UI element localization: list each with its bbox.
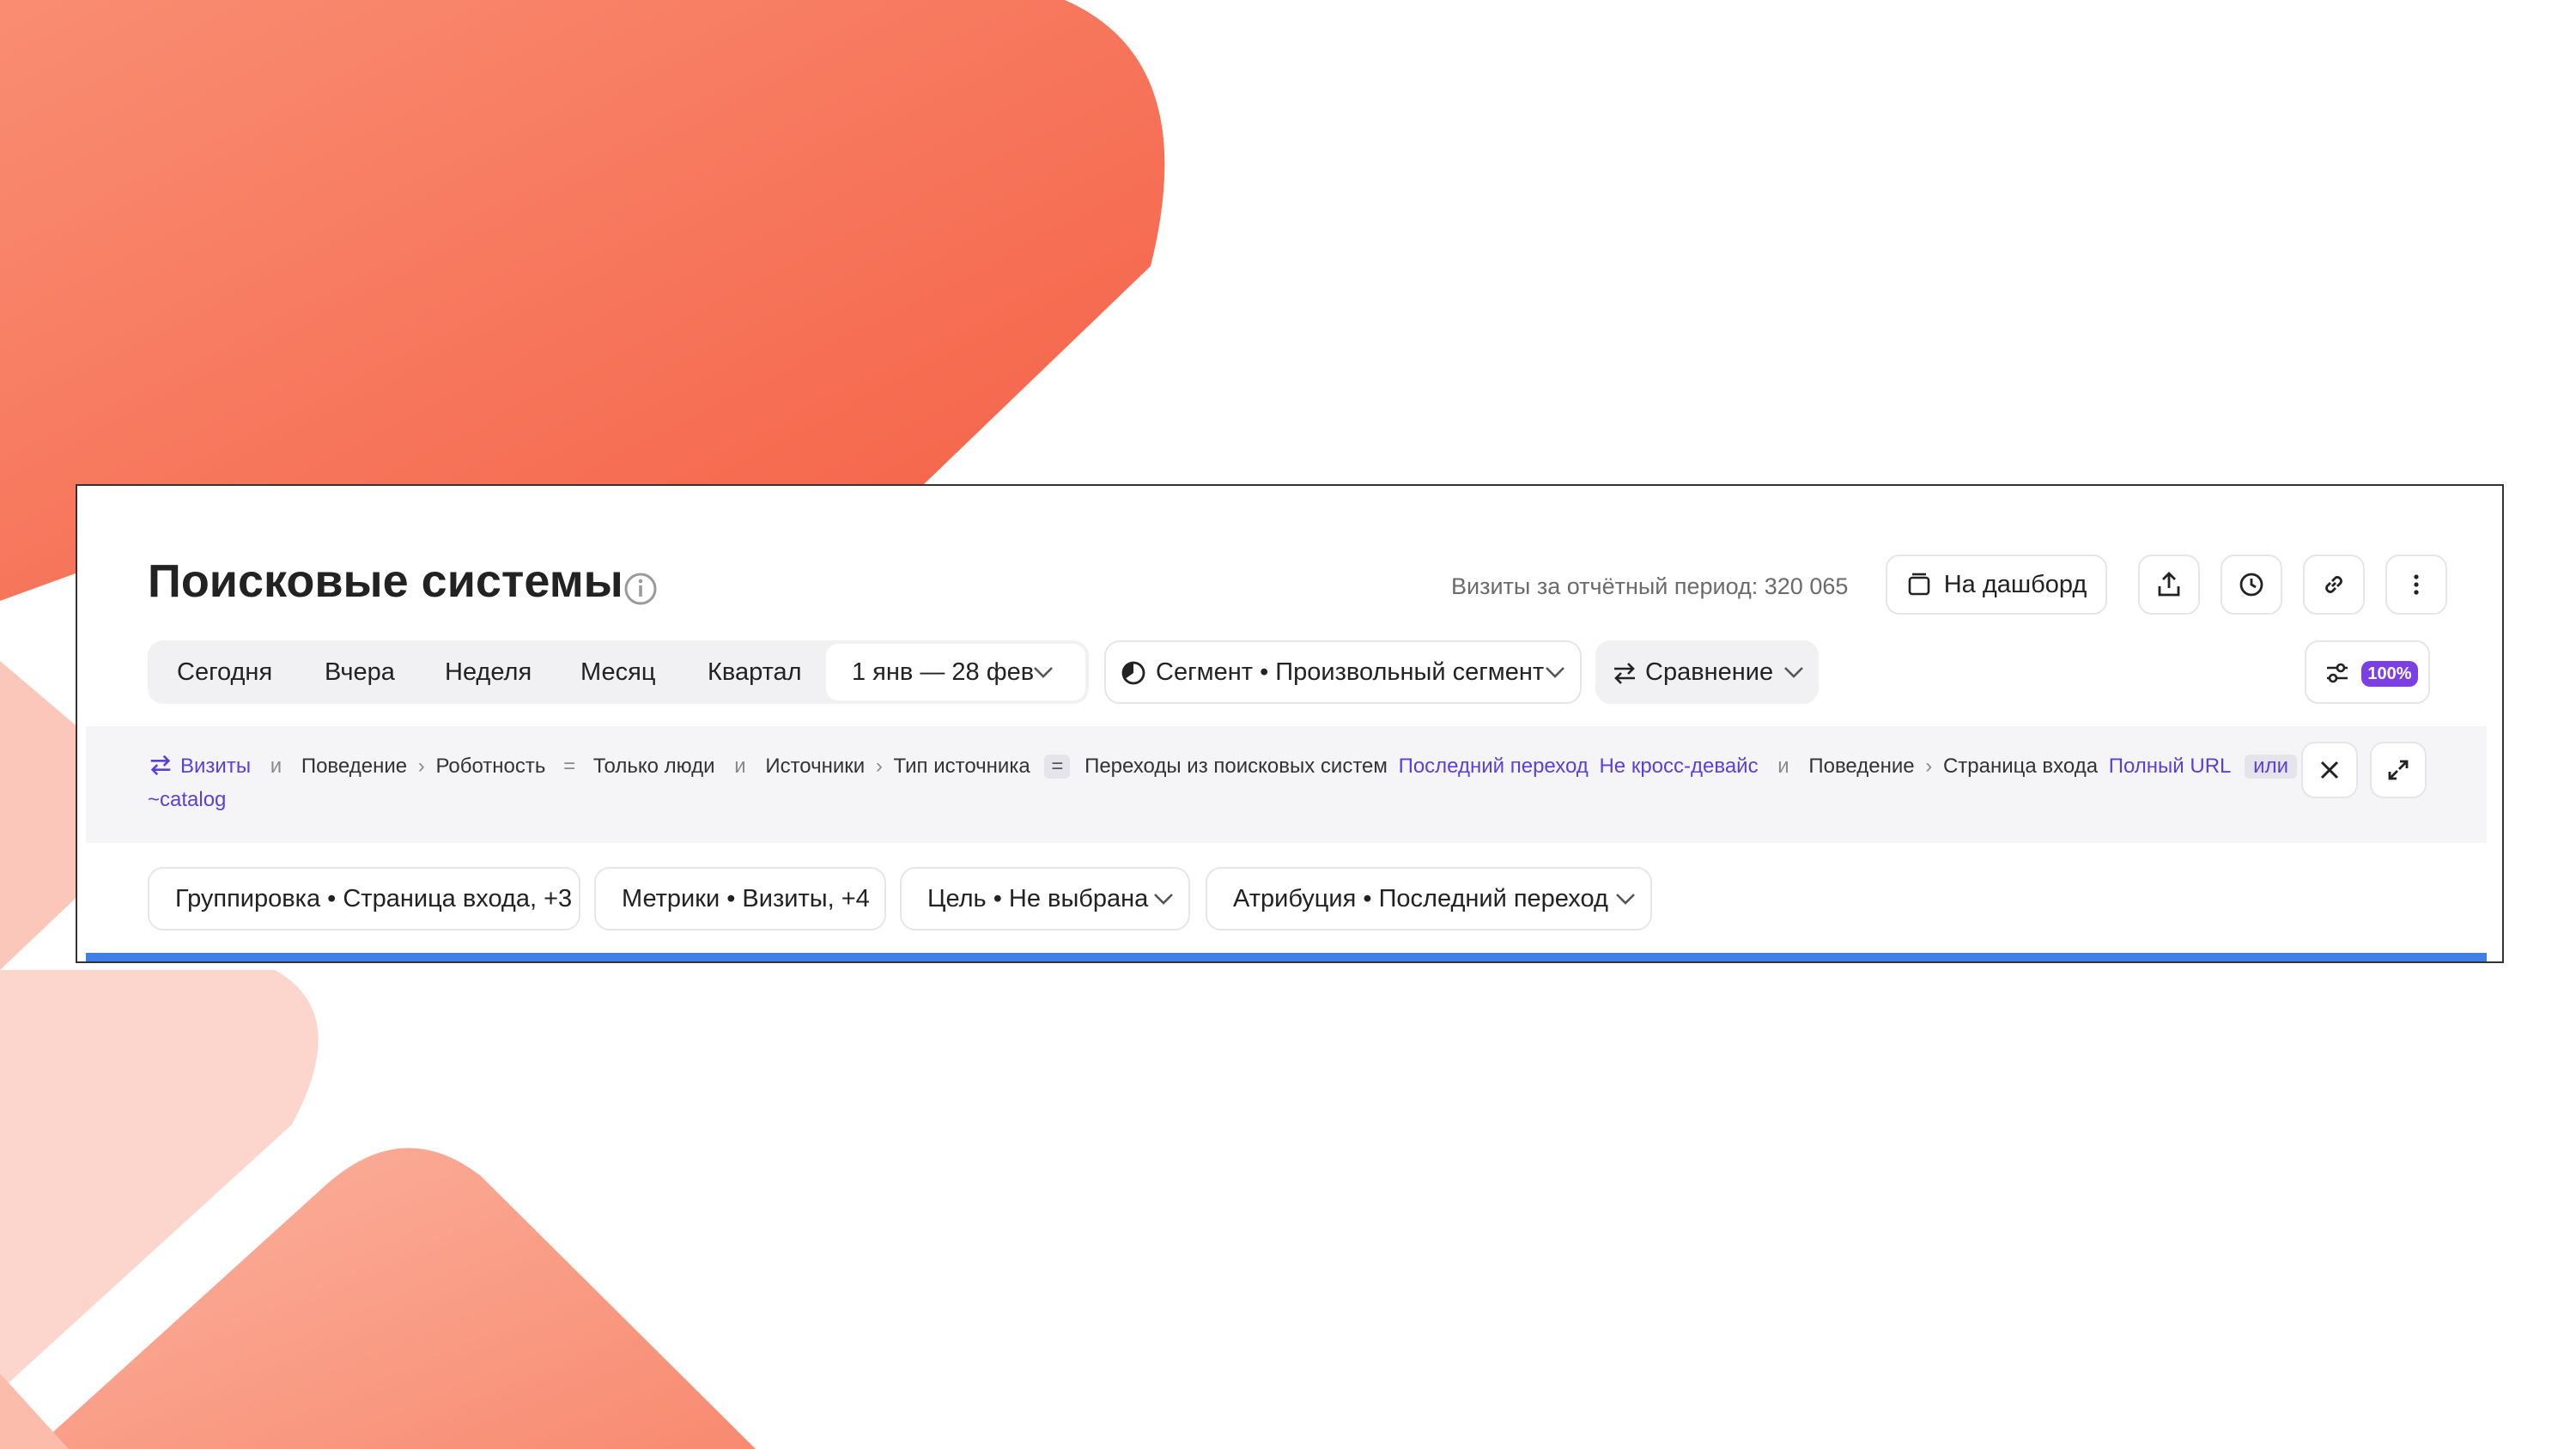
more-button[interactable] bbox=[2385, 555, 2447, 615]
filter-eq-chip: = bbox=[1044, 755, 1071, 779]
filter-visits[interactable]: Визиты bbox=[180, 755, 251, 778]
date-range-label: 1 янв — 28 фев bbox=[852, 658, 1035, 686]
period-quarter[interactable]: Квартал bbox=[708, 640, 802, 704]
sampling-badge: 100% bbox=[2361, 661, 2418, 687]
page-title: Поисковые системы bbox=[148, 555, 623, 607]
filter-and: и bbox=[1777, 755, 1789, 778]
chevron-right-icon: › bbox=[1925, 755, 1933, 778]
goal-label: Цель • Не выбрана bbox=[927, 885, 1149, 912]
filter-catalog[interactable]: ~catalog bbox=[148, 788, 226, 812]
filter-not-cross-device[interactable]: Не кросс-девайс bbox=[1599, 755, 1758, 778]
sampling-button[interactable]: 100% bbox=[2305, 640, 2430, 704]
metrics-selector[interactable]: Метрики • Визиты, +4 bbox=[594, 867, 886, 931]
sliders-icon bbox=[2327, 663, 2348, 683]
compare-icon bbox=[150, 755, 171, 776]
filter-and: и bbox=[734, 755, 746, 778]
segment-selector[interactable]: Сегмент • Произвольный сегмент bbox=[1104, 640, 1582, 704]
grouping-selector[interactable]: Группировка • Страница входа, +3 bbox=[148, 867, 580, 931]
filter-full-url[interactable]: Полный URL bbox=[2109, 755, 2231, 778]
visits-summary: Визиты за отчётный период: 320 065 bbox=[1451, 573, 1849, 599]
export-icon bbox=[2158, 572, 2180, 597]
filter-behavior[interactable]: Поведение bbox=[301, 755, 407, 778]
screenshot-frame: Поисковые системы Визиты за отчётный пер… bbox=[76, 484, 2504, 963]
compare-label: Сравнение bbox=[1645, 658, 1774, 686]
period-today[interactable]: Сегодня bbox=[177, 640, 272, 704]
link-icon bbox=[2325, 576, 2342, 593]
history-button[interactable] bbox=[2221, 555, 2282, 615]
filter-eq: = bbox=[563, 755, 576, 778]
period-month[interactable]: Месяц bbox=[580, 640, 655, 704]
info-icon[interactable] bbox=[623, 572, 658, 606]
expand-icon bbox=[2388, 760, 2409, 780]
period-week[interactable]: Неделя bbox=[445, 640, 532, 704]
attribution-label: Атрибуция • Последний переход bbox=[1233, 885, 1608, 912]
clear-filter-button[interactable] bbox=[2301, 742, 2358, 798]
dashboard-icon bbox=[1908, 573, 1930, 596]
filter-search-transitions[interactable]: Переходы из поисковых систем bbox=[1084, 755, 1388, 778]
clock-icon bbox=[2239, 573, 2263, 597]
segment-pie-icon bbox=[1121, 661, 1145, 685]
dashboard-button-label: На дашборд bbox=[1943, 570, 2087, 598]
chevron-down-icon bbox=[1034, 667, 1053, 678]
chevron-down-icon bbox=[1616, 894, 1635, 905]
filter-last-click[interactable]: Последний переход bbox=[1399, 755, 1589, 778]
filter-only-people[interactable]: Только люди bbox=[593, 755, 715, 778]
period-yesterday[interactable]: Вчера bbox=[325, 640, 395, 704]
goal-selector[interactable]: Цель • Не выбрана bbox=[900, 867, 1190, 931]
filter-source-type[interactable]: Тип источника bbox=[894, 755, 1030, 778]
add-to-dashboard-button[interactable]: На дашборд bbox=[1886, 555, 2107, 615]
filter-and: и bbox=[270, 755, 283, 778]
filter-entry-page[interactable]: Страница входа bbox=[1943, 755, 2098, 778]
chevron-down-icon bbox=[1546, 667, 1564, 678]
filter-robotness[interactable]: Роботность bbox=[435, 755, 545, 778]
comparison-selector[interactable]: Сравнение bbox=[1595, 640, 1819, 704]
segment-filter-bar: Визиты и Поведение › Роботность = Только… bbox=[86, 726, 2487, 843]
filter-or-chip: или bbox=[2245, 755, 2297, 779]
grouping-label: Группировка • Страница входа, +3 bbox=[175, 885, 573, 912]
copy-link-button[interactable] bbox=[2303, 555, 2365, 615]
filter-sources[interactable]: Источники bbox=[765, 755, 865, 778]
metrics-label: Метрики • Визиты, +4 bbox=[622, 885, 870, 912]
expand-filter-button[interactable] bbox=[2370, 742, 2427, 798]
segment-label: Сегмент • Произвольный сегмент bbox=[1156, 658, 1545, 686]
loading-progress-bar bbox=[86, 953, 2487, 961]
period-selector: Сегодня Вчера Неделя Месяц Квартал 1 янв… bbox=[148, 640, 1089, 704]
chevron-down-icon bbox=[1154, 894, 1173, 905]
date-range-picker[interactable]: 1 янв — 28 фев bbox=[826, 644, 1085, 700]
compare-icon bbox=[1614, 663, 1635, 684]
close-icon bbox=[2320, 761, 2339, 779]
chevron-right-icon: › bbox=[417, 755, 425, 778]
more-icon bbox=[2414, 574, 2419, 595]
filter-line: Визиты и Поведение › Роботность = Только… bbox=[148, 752, 2297, 779]
chevron-down-icon bbox=[1784, 667, 1803, 678]
export-button[interactable] bbox=[2138, 555, 2200, 615]
report-panel: Поисковые системы Визиты за отчётный пер… bbox=[86, 498, 2487, 961]
attribution-selector[interactable]: Атрибуция • Последний переход bbox=[1206, 867, 1652, 931]
filter-behavior[interactable]: Поведение bbox=[1808, 755, 1914, 778]
chevron-right-icon: › bbox=[875, 755, 883, 778]
